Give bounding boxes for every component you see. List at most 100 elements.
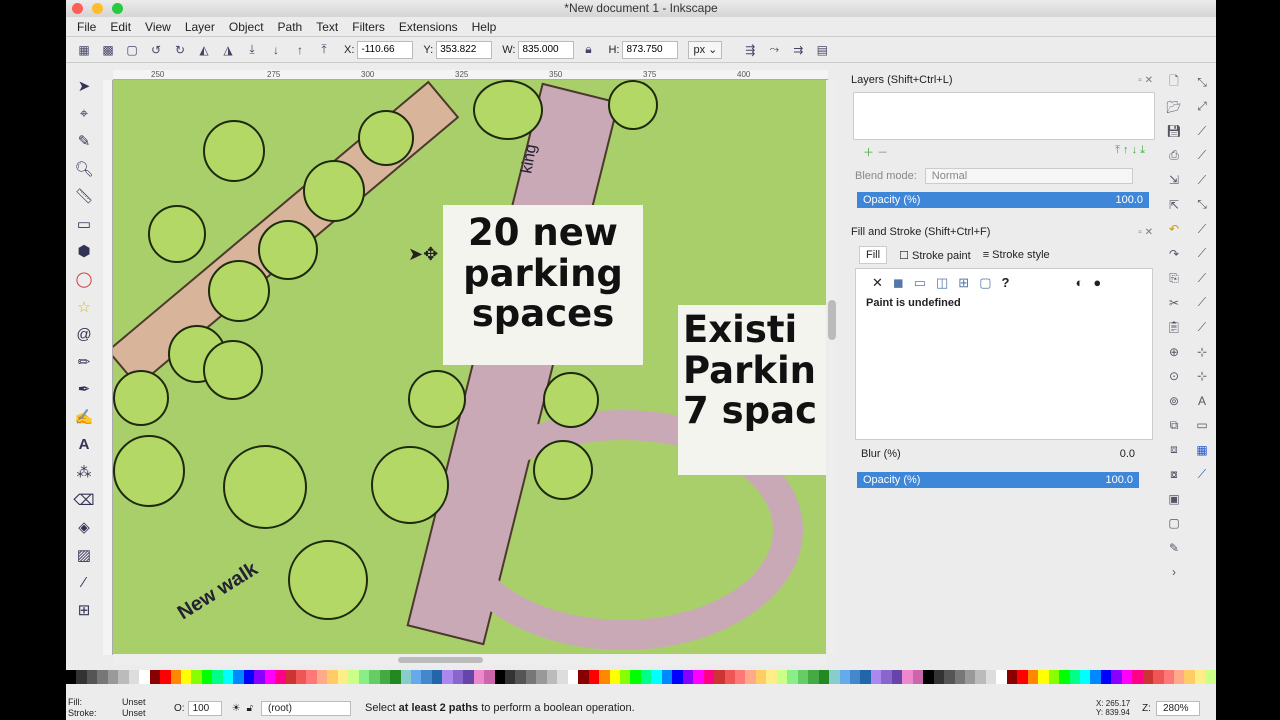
pattern-icon[interactable]: ⊞ — [958, 275, 969, 291]
redo-icon[interactable]: ↷ — [1160, 242, 1188, 267]
palette-swatch[interactable] — [870, 670, 882, 684]
palette-swatch[interactable] — [1017, 670, 1028, 684]
select-all-layers-icon[interactable]: ▩ — [98, 41, 118, 59]
scale-corners-icon[interactable]: ⤳ — [764, 41, 784, 59]
palette-swatch[interactable] — [525, 670, 537, 684]
layer-lock-icon[interactable]: 🔓︎ — [247, 703, 253, 714]
w-input[interactable] — [518, 40, 575, 59]
copy-icon[interactable]: ⎘ — [1160, 266, 1188, 291]
linear-gradient-icon[interactable]: ▭ — [914, 275, 926, 291]
palette-swatch[interactable] — [160, 670, 171, 684]
palette-swatch[interactable] — [306, 670, 317, 684]
xml-editor-icon[interactable]: ✎ — [1160, 536, 1188, 561]
palette-swatch[interactable] — [933, 670, 945, 684]
snap-bbox-icon[interactable]: ⤢ — [1188, 95, 1216, 120]
zoom-page-icon[interactable]: ⊚ — [1160, 389, 1188, 414]
menu-extensions[interactable]: Extensions — [392, 20, 465, 34]
palette-swatch[interactable] — [755, 670, 767, 684]
horizontal-ruler[interactable]: 250 275 300 325 350 375 400 — [113, 70, 828, 80]
palette-swatch[interactable] — [170, 670, 181, 684]
palette-swatch[interactable] — [557, 670, 568, 684]
tab-fill[interactable]: Fill — [859, 246, 888, 264]
layer-opacity-slider[interactable]: Opacity (%) 100.0 — [857, 192, 1149, 208]
snap-page-icon[interactable]: ▭ — [1188, 413, 1216, 438]
palette-swatch[interactable] — [776, 670, 788, 684]
palette-swatch[interactable] — [944, 670, 955, 684]
palette-swatch[interactable] — [745, 670, 756, 684]
text-tool-icon[interactable]: A — [70, 431, 98, 459]
palette-swatch[interactable] — [818, 670, 830, 684]
unlink-clone-icon[interactable]: ⧇ — [1160, 462, 1188, 487]
snap-line-mid-icon[interactable]: ⟋ — [1188, 315, 1216, 340]
connector-tool-icon[interactable]: ⊞ — [70, 596, 98, 624]
palette-swatch[interactable] — [452, 670, 464, 684]
ellipse-tool-icon[interactable]: ◯ — [70, 265, 98, 293]
select-all-icon[interactable]: ▦ — [74, 41, 94, 59]
close-icon[interactable]: ▫ ✕ — [1138, 227, 1153, 238]
raise-icon[interactable]: ↑ — [290, 41, 310, 59]
palette-swatch[interactable] — [484, 670, 495, 684]
x-input[interactable] — [357, 40, 414, 59]
palette-swatch[interactable] — [191, 670, 202, 684]
blend-mode-select[interactable]: Normal — [924, 168, 1133, 184]
palette-swatch[interactable] — [1111, 670, 1122, 684]
duplicate-icon[interactable]: ⧉ — [1160, 413, 1188, 438]
print-icon[interactable]: ⎙ — [1160, 144, 1188, 169]
menu-layer[interactable]: Layer — [178, 20, 222, 34]
maximize-button[interactable] — [112, 3, 123, 14]
palette-swatch[interactable] — [651, 670, 662, 684]
tweak-tool-icon[interactable]: ✎ — [70, 127, 98, 155]
layers-list[interactable] — [853, 92, 1155, 140]
spray-tool-icon[interactable]: ⁂ — [70, 458, 98, 486]
menu-edit[interactable]: Edit — [103, 20, 138, 34]
palette-swatch[interactable] — [797, 670, 809, 684]
raise-top-icon[interactable]: ⤒ — [314, 41, 334, 59]
fill-indicator[interactable]: Unset — [122, 697, 174, 708]
palette-swatch[interactable] — [1205, 670, 1216, 684]
zoom-tool-icon[interactable]: 🔍︎ — [70, 155, 98, 183]
rotate-ccw-icon[interactable]: ↺ — [146, 41, 166, 59]
palette-swatch[interactable] — [954, 670, 965, 684]
star-tool-icon[interactable]: ☆ — [70, 293, 98, 321]
palette-swatch[interactable] — [985, 670, 997, 684]
add-layer-icon[interactable]: ＋ — [863, 147, 874, 159]
palette-swatch[interactable] — [1100, 670, 1112, 684]
no-paint-icon[interactable]: ✕ — [872, 275, 883, 291]
palette-swatch[interactable] — [849, 670, 861, 684]
palette-swatch[interactable] — [421, 670, 432, 684]
h-input[interactable] — [622, 40, 679, 59]
cut-icon[interactable]: ✂ — [1160, 291, 1188, 316]
radial-gradient-icon[interactable]: ◫ — [936, 275, 948, 291]
palette-swatch[interactable] — [1048, 670, 1060, 684]
unit-select[interactable]: px ⌄ — [688, 40, 723, 59]
lower-bottom-icon[interactable]: ⤓ — [242, 41, 262, 59]
palette-swatch[interactable] — [714, 670, 725, 684]
measure-tool-icon[interactable]: 📏︎ — [70, 182, 98, 210]
paste-icon[interactable]: 📋︎ — [1160, 315, 1188, 340]
menu-file[interactable]: File — [70, 20, 103, 34]
palette-swatch[interactable] — [410, 670, 422, 684]
scale-stroke-icon[interactable]: ⇶ — [740, 41, 760, 59]
dropper-tool-icon[interactable]: ⁄ — [70, 569, 98, 597]
palette-swatch[interactable] — [139, 670, 150, 684]
import-icon[interactable]: ⇲ — [1160, 168, 1188, 193]
selector-tool-icon[interactable]: ➤ — [70, 72, 98, 100]
layer-select[interactable]: (root) — [261, 700, 352, 716]
palette-swatch[interactable] — [902, 670, 913, 684]
palette-swatch[interactable] — [1132, 670, 1143, 684]
gradient-tool-icon[interactable]: ▨ — [70, 541, 98, 569]
snap-guide-icon[interactable]: ⟋ — [1188, 462, 1216, 487]
palette-swatch[interactable] — [829, 670, 840, 684]
palette-swatch[interactable] — [463, 670, 474, 684]
palette-swatch[interactable] — [316, 670, 328, 684]
palette-swatch[interactable] — [975, 670, 986, 684]
layer-down-icon[interactable]: ↓ — [1132, 144, 1138, 156]
flat-color-icon[interactable]: ◼ — [893, 275, 904, 291]
flip-vertical-icon[interactable]: ◮ — [218, 41, 238, 59]
palette-swatch[interactable] — [640, 670, 652, 684]
palette-swatch[interactable] — [620, 670, 631, 684]
palette-swatch[interactable] — [180, 670, 192, 684]
palette-swatch[interactable] — [1079, 670, 1091, 684]
palette-swatch[interactable] — [881, 670, 892, 684]
palette-swatch[interactable] — [1163, 670, 1175, 684]
